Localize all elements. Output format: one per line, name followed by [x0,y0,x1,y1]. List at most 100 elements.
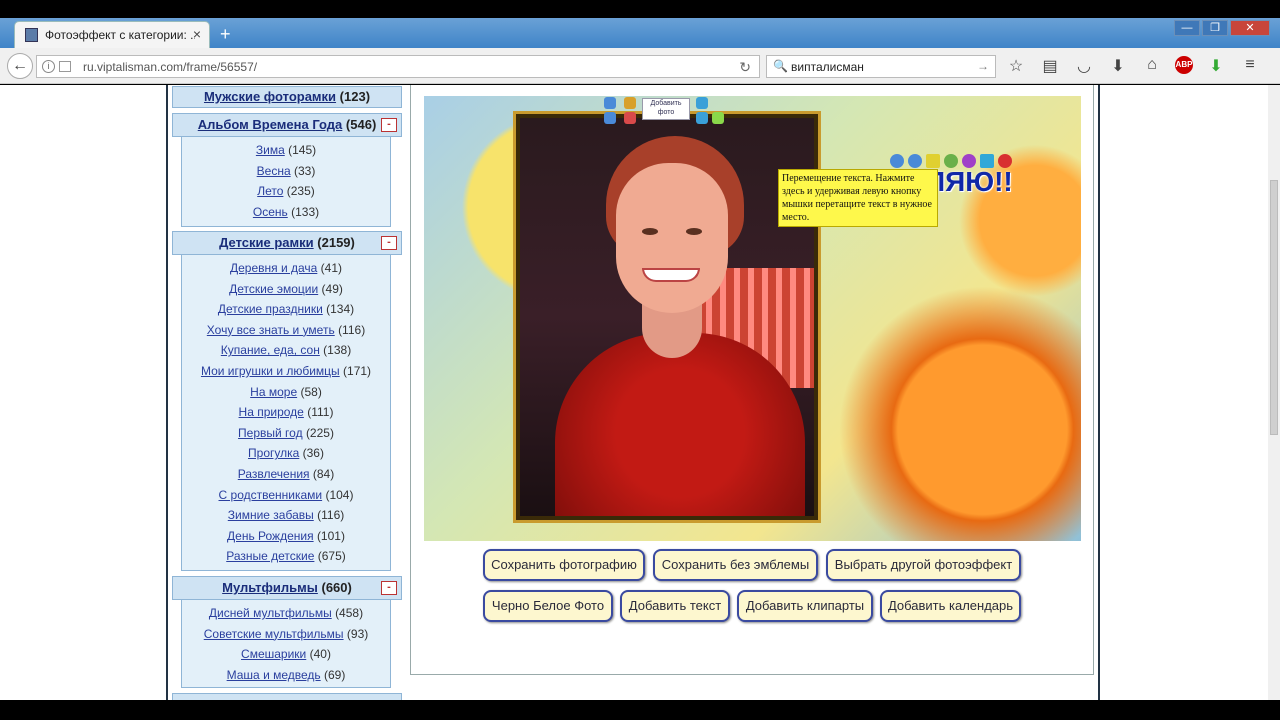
list-item[interactable]: Зима (145) [182,140,390,161]
close-window-button[interactable]: ✕ [1230,20,1270,36]
subcategory-link[interactable]: Весна [257,164,291,178]
text-rotate-icon[interactable] [944,154,958,168]
add-text-button[interactable]: Добавить текст [620,590,730,622]
save-photo-button[interactable]: Сохранить фотографию [483,549,645,581]
subcategory-link[interactable]: Развлечения [238,467,310,481]
list-item[interactable]: Весна (33) [182,161,390,182]
category-link[interactable]: Альбом Времена Года [198,117,343,132]
zoom-out-icon[interactable] [604,112,616,124]
adblock-icon[interactable]: ABP [1175,56,1193,74]
subcategory-link[interactable]: На природе [239,405,304,419]
category-header-cartoons[interactable]: Мультфильмы (660) - [172,576,402,600]
list-item[interactable]: Прогулка (36) [182,443,390,464]
list-item[interactable]: Зимние забавы (116) [182,505,390,526]
category-header-seasons[interactable]: Альбом Времена Года (546) - [172,113,402,137]
subcategory-link[interactable]: Хочу все знать и уметь [207,323,335,337]
pocket-icon[interactable]: ◡ [1073,56,1095,76]
list-item[interactable]: Маша и медведь (69) [182,665,390,686]
list-item[interactable]: Разные детские (675) [182,546,390,567]
subcategory-link[interactable]: Мои игрушки и любимцы [201,364,340,378]
category-link[interactable]: Детские рамки [219,235,314,250]
category-link[interactable]: Мужские фоторамки [204,89,336,104]
subcategory-link[interactable]: День Рождения [227,529,314,543]
subcategory-link[interactable]: Лето [257,184,283,198]
list-item[interactable]: Осень (133) [182,202,390,223]
list-item[interactable]: Первый год (225) [182,423,390,444]
search-go-icon[interactable]: → [977,59,989,73]
rotate-back-icon[interactable] [696,112,708,124]
list-item[interactable]: Советские мультфильмы (93) [182,624,390,645]
add-clipart-button[interactable]: Добавить клипарты [737,590,873,622]
bw-photo-button[interactable]: Черно Белое Фото [483,590,613,622]
list-item[interactable]: День Рождения (101) [182,526,390,547]
rotate-icon[interactable] [696,97,708,109]
subcategory-link[interactable]: Дисней мультфильмы [209,606,332,620]
subcategory-link[interactable]: На море [250,385,297,399]
photo-frame[interactable] [513,111,821,523]
download-icon[interactable]: ⬇ [1107,56,1129,76]
subcategory-link[interactable]: С родственниками [219,488,323,502]
add-photo-button[interactable]: Добавить фото [642,98,690,120]
download-helper-icon[interactable]: ⬇ [1205,56,1227,76]
search-bar[interactable]: 🔍 випталисман → [766,55,996,78]
subcategory-link[interactable]: Советские мультфильмы [204,627,344,641]
list-item[interactable]: Хочу все знать и уметь (116) [182,320,390,341]
list-item[interactable]: Купание, еда, сон (138) [182,340,390,361]
grid-icon[interactable] [624,97,636,109]
subcategory-link[interactable]: Купание, еда, сон [221,343,320,357]
category-header-men[interactable]: Мужские фоторамки (123) [172,86,402,108]
info-icon[interactable]: i [42,60,55,73]
list-item[interactable]: Лето (235) [182,181,390,202]
subcategory-link[interactable]: Детские праздники [218,302,323,316]
category-link[interactable]: Мультфильмы [222,580,318,595]
url-bar[interactable]: i ru.viptalisman.com/frame/56557/ ↻ [36,55,760,78]
list-item[interactable]: Развлечения (84) [182,464,390,485]
text-zoom-in-icon[interactable] [890,154,904,168]
subcategory-link[interactable]: Деревня и дача [230,261,317,275]
text-zoom-out-icon[interactable] [908,154,922,168]
back-button[interactable]: ← [7,53,33,79]
choose-effect-button[interactable]: Выбрать другой фотоэффект [826,549,1021,581]
subcategory-link[interactable]: Смешарики [241,647,306,661]
subcategory-link[interactable]: Прогулка [248,446,299,460]
subcategory-link[interactable]: Зимние забавы [228,508,314,522]
category-header-kids[interactable]: Детские рамки (2159) - [172,231,402,255]
text-move-icon[interactable] [926,154,940,168]
reading-list-icon[interactable]: ▤ [1039,56,1061,76]
bookmark-star-icon[interactable]: ☆ [1005,56,1027,76]
collapse-toggle[interactable]: - [381,118,397,132]
subcategory-link[interactable]: Первый год [238,426,303,440]
list-item[interactable]: С родственниками (104) [182,485,390,506]
zoom-in-icon[interactable] [604,97,616,109]
close-tab-icon[interactable]: × [193,26,201,42]
menu-icon[interactable]: ≡ [1239,56,1261,76]
list-item[interactable]: Деревня и дача (41) [182,258,390,279]
subcategory-link[interactable]: Разные детские [226,549,314,563]
subcategory-link[interactable]: Детские эмоции [229,282,318,296]
list-item[interactable]: На море (58) [182,382,390,403]
maximize-button[interactable]: ❐ [1202,20,1228,36]
list-item[interactable]: Смешарики (40) [182,644,390,665]
save-no-logo-button[interactable]: Сохранить без эмблемы [653,549,818,581]
text-color-icon[interactable] [962,154,976,168]
reload-icon[interactable]: ↻ [739,59,751,76]
text-close-icon[interactable] [998,154,1012,168]
photo-canvas[interactable]: Добавить фото ЗДРАВЛЯЮ!! Перемещение тек… [424,96,1081,541]
delete-photo-icon[interactable] [624,112,636,124]
home-icon[interactable]: ⌂ [1141,56,1163,76]
list-item[interactable]: Мои игрушки и любимцы (171) [182,361,390,382]
vertical-scrollbar[interactable] [1268,85,1280,700]
collapse-toggle[interactable]: - [381,581,397,595]
collapse-toggle[interactable]: - [381,236,397,250]
list-item[interactable]: Детские эмоции (49) [182,279,390,300]
text-font-icon[interactable] [980,154,994,168]
subcategory-link[interactable]: Зима [256,143,285,157]
tab-active[interactable]: Фотоэффект с категории: ... × [14,21,210,48]
subcategory-link[interactable]: Осень [253,205,288,219]
list-item[interactable]: Дисней мультфильмы (458) [182,603,390,624]
list-item[interactable]: Детские праздники (134) [182,299,390,320]
new-tab-button[interactable]: + [220,24,231,45]
scrollbar-thumb[interactable] [1270,180,1278,435]
list-item[interactable]: На природе (111) [182,402,390,423]
subcategory-link[interactable]: Маша и медведь [227,668,321,682]
